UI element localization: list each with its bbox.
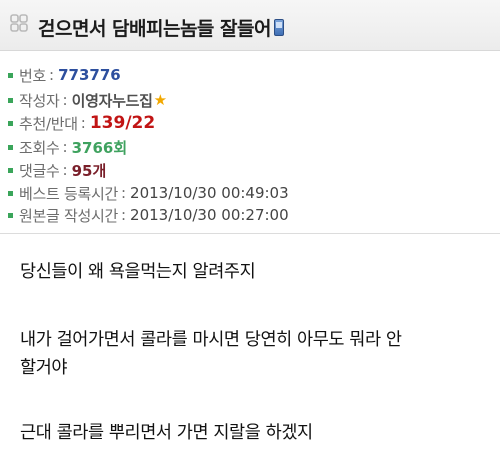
original-time-label: 원본글 작성시간 [19, 206, 118, 225]
post-body-line: 할거야 [20, 358, 68, 378]
post-title-text: 걷으면서 담배피는놈들 잘들어 [38, 18, 271, 40]
post-title: 걷으면서 담배피는놈들 잘들어 [38, 14, 284, 41]
replies-label: 댓글수 [19, 161, 60, 180]
colon-separator: : [62, 91, 68, 109]
post-body-line: 당신들이 왜 욕을먹는지 알려주지 [20, 262, 256, 282]
colon-separator: : [80, 114, 86, 132]
bullet-icon [8, 120, 13, 126]
replies-value: 95개 [71, 161, 107, 180]
clover-icon [10, 14, 28, 32]
post-body-line: 근대 콜라를 뿌리면서 가면 지랄을 하겠지 [20, 423, 313, 443]
phone-icon [273, 19, 284, 36]
bullet-icon [8, 97, 13, 103]
colon-separator: : [62, 161, 68, 179]
colon-separator: : [120, 206, 127, 224]
number-value: 773776 [58, 66, 121, 84]
views-label: 조회수 [19, 138, 60, 157]
post-title-bar: 걷으면서 담배피는놈들 잘들어 [0, 0, 500, 51]
post-page: 걷으면서 담배피는놈들 잘들어 번호 : 773776 작성자 : 이영자누드집… [0, 0, 500, 451]
info-row-number: 번호 : 773776 [8, 64, 121, 86]
number-label: 번호 [19, 66, 47, 85]
colon-separator: : [49, 66, 55, 84]
best-time-label: 베스트 등록시간 [19, 184, 118, 203]
recommend-value: 139/22 [89, 113, 156, 133]
info-row-author: 작성자 : 이영자누드집 ★ [8, 89, 167, 111]
best-time-value: 2013/10/30 00:49:03 [130, 184, 289, 202]
info-row-best-time: 베스트 등록시간 : 2013/10/30 00:49:03 [8, 182, 289, 204]
info-row-views: 조회수 : 3766회 [8, 136, 127, 158]
views-value: 3766회 [71, 138, 128, 157]
bullet-icon [8, 72, 13, 78]
original-time-value: 2013/10/30 00:27:00 [130, 206, 289, 224]
post-body-line: 내가 걸어가면서 콜라를 마시면 당연히 아무도 뭐라 안 [20, 330, 402, 350]
bullet-icon [8, 167, 13, 173]
info-row-recommend: 추천/반대 : 139/22 [8, 112, 155, 134]
info-row-replies: 댓글수 : 95개 [8, 159, 106, 181]
info-row-original-time: 원본글 작성시간 : 2013/10/30 00:27:00 [8, 204, 289, 226]
author-label: 작성자 [19, 91, 60, 110]
author-name[interactable]: 이영자누드집 [72, 90, 153, 111]
bullet-icon [8, 212, 13, 218]
star-icon: ★ [153, 91, 168, 109]
colon-separator: : [120, 184, 127, 202]
colon-separator: : [62, 138, 68, 156]
recommend-label: 추천/반대 [19, 114, 78, 133]
bullet-icon [8, 144, 13, 150]
post-info-panel: 번호 : 773776 작성자 : 이영자누드집 ★ 추천/반대 : 139/2… [0, 51, 500, 234]
bullet-icon [8, 190, 13, 196]
